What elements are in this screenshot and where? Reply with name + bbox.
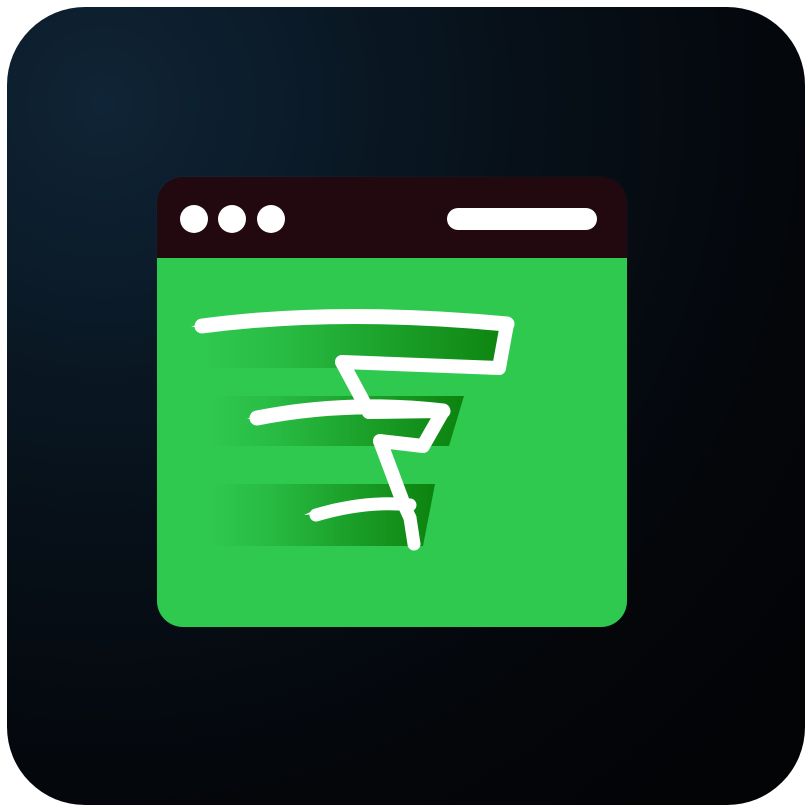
tornado-icon bbox=[191, 308, 515, 551]
window-control-dot-1 bbox=[180, 205, 208, 233]
window-control-dot-2 bbox=[218, 205, 246, 233]
address-bar-pill-icon bbox=[447, 208, 597, 230]
browser-window-icon bbox=[157, 177, 627, 627]
app-icon-background bbox=[7, 7, 805, 805]
browser-content-area bbox=[157, 258, 627, 627]
browser-title-bar bbox=[157, 177, 627, 258]
window-control-dot-3 bbox=[257, 205, 285, 233]
